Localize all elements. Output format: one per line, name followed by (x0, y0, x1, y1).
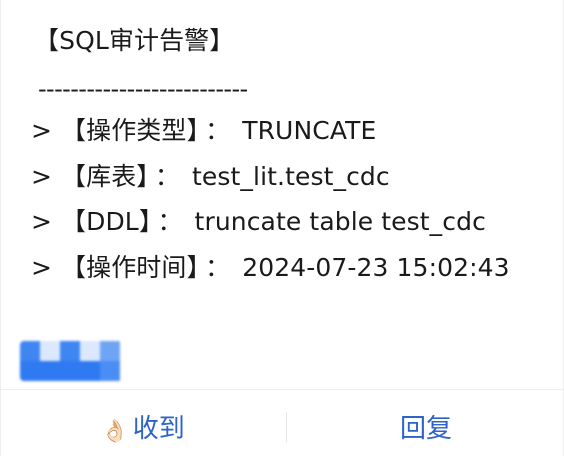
row-arrow: > (31, 207, 53, 236)
row-operation-type: > 【操作类型】： TRUNCATE (31, 116, 376, 146)
row-arrow: > (31, 162, 53, 191)
message-title: 【SQL审计告警】 (34, 26, 235, 55)
row-colon: ： (205, 253, 231, 282)
row-label: 【DDL】 (61, 207, 152, 236)
row-value: 2024-07-23 15:02:43 (242, 253, 510, 282)
message-divider: -------------------------- (38, 75, 248, 103)
message-actions: 👌🏻 收到 回复 (1, 390, 564, 456)
row-colon: ： (154, 162, 181, 191)
row-label: 【操作时间】 (61, 253, 200, 282)
row-label: 【操作类型】 (61, 116, 200, 145)
row-operation-time: > 【操作时间】： 2024-07-23 15:02:43 (31, 253, 510, 283)
ok-hand-icon: 👌🏻 (101, 419, 129, 444)
acknowledge-button[interactable]: 👌🏻 收到 (1, 390, 285, 456)
row-ddl: > 【DDL】： truncate table test_cdc (31, 207, 486, 237)
row-colon: ： (157, 207, 183, 236)
row-value: TRUNCATE (242, 116, 377, 145)
reply-label: 回复 (399, 414, 452, 444)
acknowledge-label: 收到 (132, 414, 185, 444)
row-arrow: > (31, 116, 53, 145)
message-card: 【SQL审计告警】 -------------------------- > 【操… (0, 0, 564, 456)
row-value: truncate table test_cdc (194, 207, 486, 236)
row-value: test_lit.test_cdc (192, 162, 390, 191)
row-table: > 【库表】： test_lit.test_cdc (31, 162, 390, 192)
row-arrow: > (31, 253, 53, 282)
row-colon: ： (205, 116, 231, 145)
blurred-sender-avatar (20, 341, 122, 381)
reply-button[interactable]: 回复 (287, 390, 564, 456)
row-label: 【库表】 (61, 162, 149, 191)
